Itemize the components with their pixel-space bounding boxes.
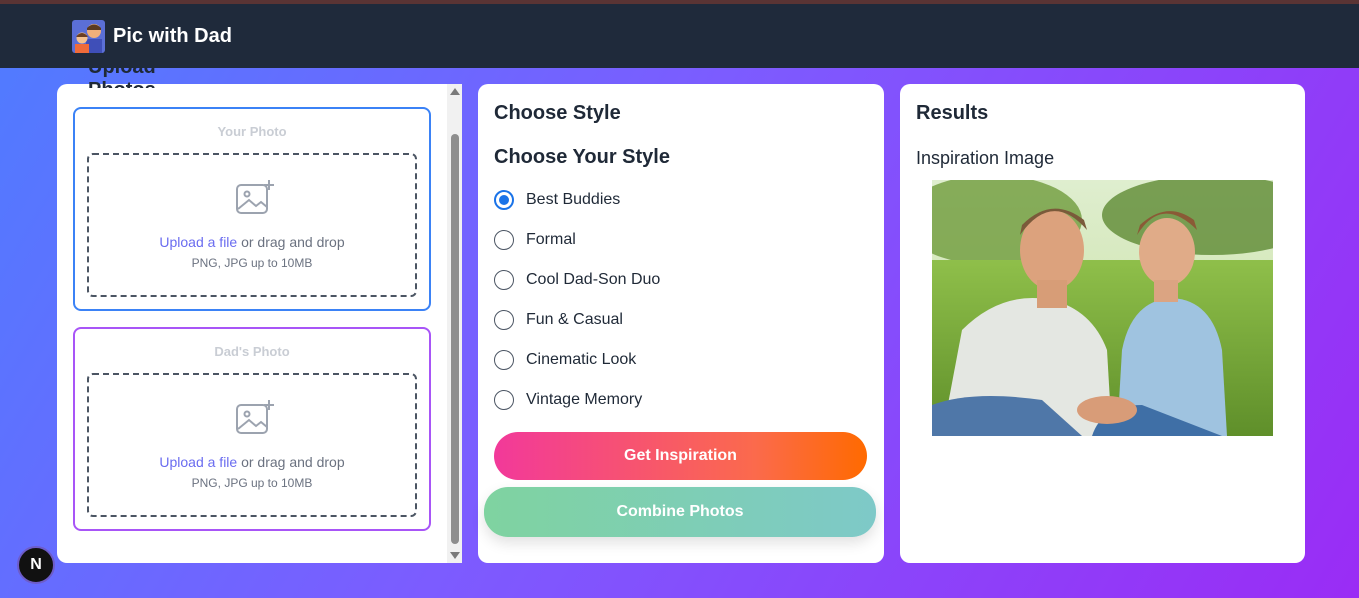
upload-instruction: Upload a file or drag and drop — [89, 234, 415, 250]
results-panel: Results Inspiration Image — [900, 84, 1305, 563]
style-option-cool-duo[interactable]: Cool Dad-Son Duo — [494, 269, 660, 291]
nextjs-dev-badge[interactable]: N — [17, 546, 55, 584]
scroll-up-arrow-icon[interactable] — [450, 88, 460, 95]
style-option-fun-casual[interactable]: Fun & Casual — [494, 309, 623, 331]
drag-drop-text: or drag and drop — [237, 234, 345, 250]
radio-button[interactable] — [494, 350, 514, 370]
upload-file-link[interactable]: Upload a file — [159, 234, 237, 250]
style-option-label: Cool Dad-Son Duo — [526, 271, 661, 288]
style-panel-subtitle: Choose Your Style — [494, 146, 670, 168]
upload-instruction: Upload a file or drag and drop — [89, 454, 415, 470]
file-type-hint: PNG, JPG up to 10MB — [191, 256, 313, 270]
radio-button[interactable] — [494, 310, 514, 330]
scroll-down-arrow-icon[interactable] — [450, 552, 460, 559]
radio-button[interactable] — [494, 270, 514, 290]
dads-photo-dropzone[interactable]: Upload a file or drag and drop PNG, JPG … — [87, 373, 417, 517]
dads-photo-title: Dad's Photo — [214, 344, 290, 359]
inspiration-image — [932, 180, 1273, 436]
combine-photos-button[interactable]: Combine Photos — [484, 487, 876, 537]
style-option-label: Cinematic Look — [526, 351, 637, 368]
style-option-formal[interactable]: Formal — [494, 229, 576, 251]
app-header: Pic with Dad — [0, 4, 1359, 68]
image-add-icon — [236, 180, 274, 214]
your-photo-title: Your Photo — [217, 124, 287, 139]
your-photo-dropzone[interactable]: Upload a file or drag and drop PNG, JPG … — [87, 153, 417, 297]
style-panel: Choose Style Choose Your Style Best Budd… — [478, 84, 884, 563]
style-option-label: Vintage Memory — [526, 391, 643, 408]
radio-button[interactable] — [494, 230, 514, 250]
style-option-label: Fun & Casual — [526, 311, 623, 328]
style-option-label: Formal — [526, 231, 576, 248]
upload-panel-heading: Upload Photos — [88, 68, 218, 88]
scroll-thumb[interactable] — [451, 134, 459, 544]
radio-button[interactable] — [494, 190, 514, 210]
upload-file-link[interactable]: Upload a file — [159, 454, 237, 470]
file-type-hint: PNG, JPG up to 10MB — [191, 476, 313, 490]
style-option-best-buddies[interactable]: Best Buddies — [494, 189, 620, 211]
style-option-vintage[interactable]: Vintage Memory — [494, 389, 642, 411]
inspiration-image-label: Inspiration Image — [916, 148, 1055, 168]
drag-drop-text: or drag and drop — [237, 454, 345, 470]
upload-panel-scrollbar[interactable] — [447, 84, 462, 563]
style-option-label: Best Buddies — [526, 191, 621, 208]
get-inspiration-button[interactable]: Get Inspiration — [494, 432, 867, 480]
style-panel-title: Choose Style — [494, 102, 621, 124]
style-option-cinematic[interactable]: Cinematic Look — [494, 349, 636, 371]
dads-photo-card: Dad's Photo Upload a file or drag and dr… — [73, 327, 431, 531]
radio-button[interactable] — [494, 390, 514, 410]
upload-panel: Your Photo Upload a file or drag and dro… — [57, 84, 462, 563]
results-title: Results — [916, 102, 989, 124]
image-add-icon — [236, 400, 274, 434]
dad-son-avatar-icon — [72, 19, 105, 53]
app-title: Pic with Dad — [113, 24, 232, 47]
your-photo-card: Your Photo Upload a file or drag and dro… — [73, 107, 431, 311]
